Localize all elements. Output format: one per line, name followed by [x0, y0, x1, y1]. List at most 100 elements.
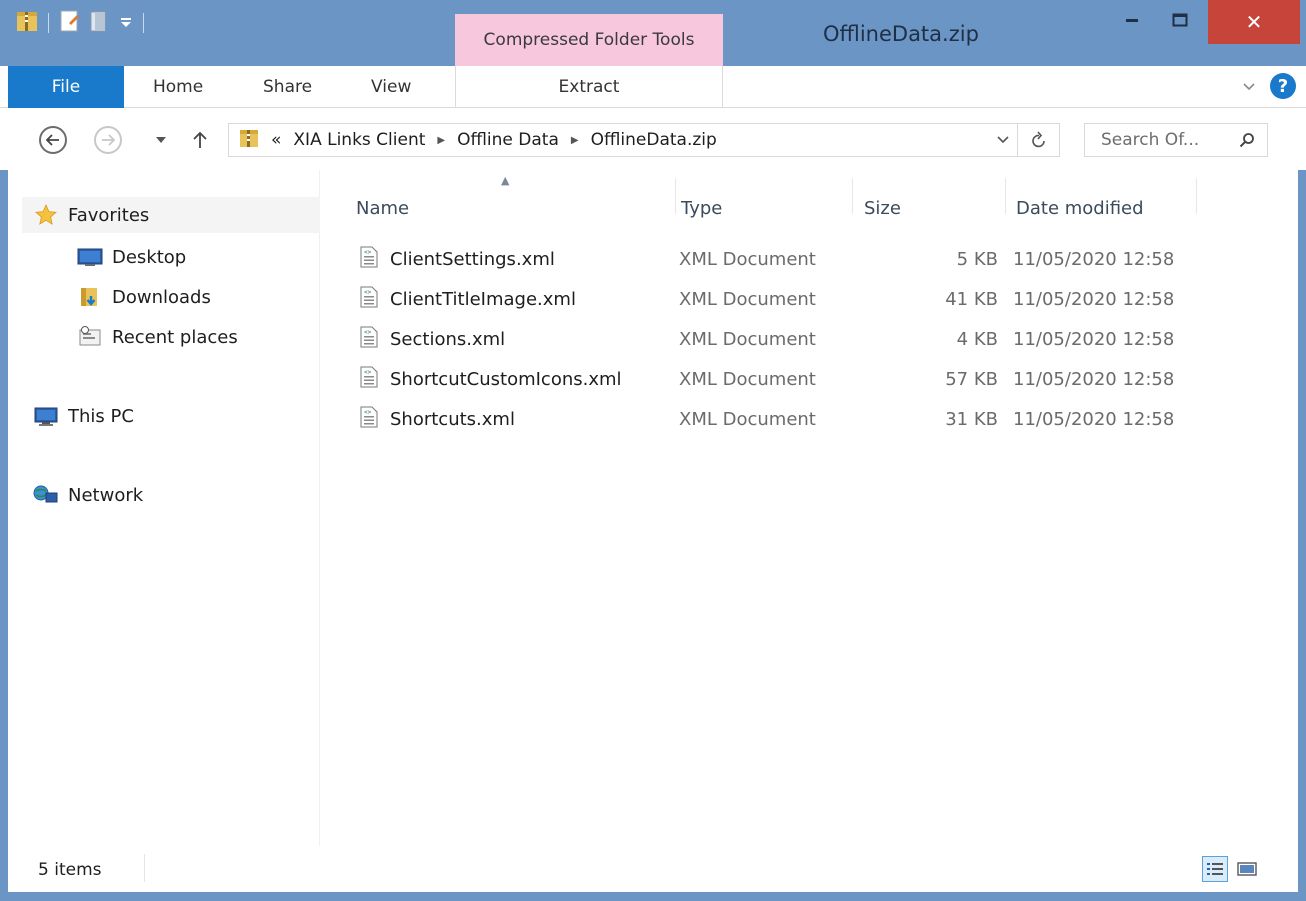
column-header-name[interactable]: Name	[356, 190, 409, 226]
address-history-dropdown[interactable]	[989, 132, 1017, 148]
xml-file-icon: <>	[360, 326, 378, 353]
file-row[interactable]: <> Shortcuts.xml XML Document 31 KB 11/0…	[350, 400, 1250, 438]
new-folder-icon[interactable]	[89, 9, 111, 38]
navigation-pane: Favorites Desktop Downloads Recent place…	[8, 170, 320, 846]
column-divider[interactable]	[675, 178, 676, 214]
nav-item-label: Desktop	[112, 246, 187, 268]
nav-favorites[interactable]: Favorites	[32, 198, 149, 232]
customize-qat-icon[interactable]	[119, 13, 133, 34]
forward-arrow-icon	[94, 126, 122, 154]
close-icon: ✕	[1245, 10, 1263, 34]
refresh-icon	[1031, 131, 1045, 148]
details-view-icon	[1207, 863, 1223, 875]
sort-ascending-icon: ▲	[501, 174, 510, 187]
nav-desktop[interactable]: Desktop	[76, 240, 186, 274]
file-row[interactable]: <> ClientTitleImage.xml XML Document 41 …	[350, 280, 1250, 318]
forward-button[interactable]	[93, 125, 123, 155]
title-bar: Compressed Folder Tools OfflineData.zip …	[0, 0, 1306, 66]
breadcrumb-separator-icon[interactable]: ▶	[437, 135, 445, 146]
breadcrumb: « XIA Links Client ▶ Offline Data ▶ Offl…	[229, 127, 989, 154]
column-header-size[interactable]: Size	[864, 190, 901, 226]
file-type: XML Document	[679, 368, 816, 390]
search-icon[interactable]	[1239, 132, 1255, 148]
chevron-down-icon	[156, 137, 166, 143]
large-icons-view-button[interactable]	[1234, 856, 1260, 882]
tab-file[interactable]: File	[8, 66, 124, 108]
file-type: XML Document	[679, 248, 816, 270]
breadcrumb-offlinedata-zip[interactable]: OfflineData.zip	[591, 130, 717, 150]
up-arrow-icon	[193, 131, 207, 148]
star-icon	[32, 203, 60, 227]
help-icon[interactable]: ?	[1270, 73, 1296, 99]
tab-extract[interactable]: Extract	[455, 66, 723, 108]
file-date-modified: 11/05/2020 12:58	[1013, 328, 1175, 350]
breadcrumb-separator-icon[interactable]: ▶	[571, 135, 579, 146]
chevron-down-icon	[997, 136, 1009, 144]
tab-home[interactable]: Home	[153, 66, 203, 108]
details-view-button[interactable]	[1202, 856, 1228, 882]
file-type: XML Document	[679, 408, 816, 430]
column-divider[interactable]	[1005, 178, 1006, 214]
file-list: ▲ Name Type Size Date modified <> Client…	[320, 170, 1298, 846]
qat-separator	[143, 13, 144, 33]
properties-icon[interactable]	[59, 9, 81, 38]
ribbon-controls: ?	[1242, 73, 1296, 99]
address-bar[interactable]: « XIA Links Client ▶ Offline Data ▶ Offl…	[228, 123, 1060, 157]
column-header-date-modified[interactable]: Date modified	[1016, 190, 1144, 226]
zip-folder-icon	[239, 127, 259, 154]
file-name-cell: <> Shortcuts.xml	[360, 400, 515, 438]
breadcrumb-xia-links-client[interactable]: XIA Links Client	[293, 130, 425, 150]
svg-text:<>: <>	[364, 289, 372, 296]
nav-item-label: Network	[68, 484, 144, 506]
refresh-button[interactable]	[1017, 124, 1059, 156]
search-input[interactable]: Search Of...	[1101, 130, 1199, 150]
nav-downloads[interactable]: Downloads	[76, 280, 211, 314]
file-row[interactable]: <> ClientSettings.xml XML Document 5 KB …	[350, 240, 1250, 278]
maximize-button[interactable]	[1160, 0, 1200, 40]
xml-file-icon: <>	[360, 286, 378, 313]
item-count: 5 items	[38, 860, 102, 880]
file-name: Sections.xml	[390, 328, 506, 350]
expand-ribbon-icon[interactable]	[1242, 76, 1256, 97]
breadcrumb-overflow[interactable]: «	[271, 130, 281, 150]
file-size: 5 KB	[956, 248, 998, 270]
file-name: ShortcutCustomIcons.xml	[390, 368, 622, 390]
file-row[interactable]: <> ShortcutCustomIcons.xml XML Document …	[350, 360, 1250, 398]
downloads-icon	[76, 285, 104, 309]
window-title: OfflineData.zip	[823, 22, 979, 46]
back-button[interactable]	[38, 125, 68, 155]
search-box[interactable]: Search Of...	[1084, 123, 1268, 157]
network-icon	[32, 484, 60, 506]
quick-access-toolbar	[16, 8, 146, 38]
tab-share[interactable]: Share	[263, 66, 312, 108]
qat-separator	[48, 13, 49, 33]
compressed-folder-tools-group: Compressed Folder Tools	[455, 14, 723, 66]
nav-this-pc[interactable]: This PC	[32, 399, 134, 433]
column-header-type[interactable]: Type	[681, 190, 722, 226]
recent-locations-button[interactable]	[146, 125, 176, 155]
nav-network[interactable]: Network	[32, 478, 143, 512]
column-divider[interactable]	[852, 178, 853, 214]
svg-text:<>: <>	[364, 369, 372, 376]
minimize-button[interactable]	[1112, 0, 1152, 40]
file-date-modified: 11/05/2020 12:58	[1013, 248, 1175, 270]
column-divider[interactable]	[1196, 178, 1197, 214]
nav-item-label: Downloads	[112, 286, 211, 308]
nav-item-label: This PC	[68, 405, 134, 427]
file-size: 41 KB	[945, 288, 998, 310]
file-name: Shortcuts.xml	[390, 408, 515, 430]
close-button[interactable]: ✕	[1208, 0, 1300, 44]
file-name-cell: <> Sections.xml	[360, 320, 505, 358]
file-size: 31 KB	[945, 408, 998, 430]
up-button[interactable]	[185, 125, 215, 155]
svg-text:<>: <>	[364, 329, 372, 336]
file-row[interactable]: <> Sections.xml XML Document 4 KB 11/05/…	[350, 320, 1250, 358]
tab-view[interactable]: View	[371, 66, 411, 108]
breadcrumb-offline-data[interactable]: Offline Data	[457, 130, 559, 150]
navigation-bar: « XIA Links Client ▶ Offline Data ▶ Offl…	[0, 108, 1306, 170]
file-name-cell: <> ShortcutCustomIcons.xml	[360, 360, 622, 398]
computer-icon	[32, 405, 60, 427]
nav-recent-places[interactable]: Recent places	[76, 320, 238, 354]
file-type: XML Document	[679, 288, 816, 310]
xml-file-icon: <>	[360, 366, 378, 393]
